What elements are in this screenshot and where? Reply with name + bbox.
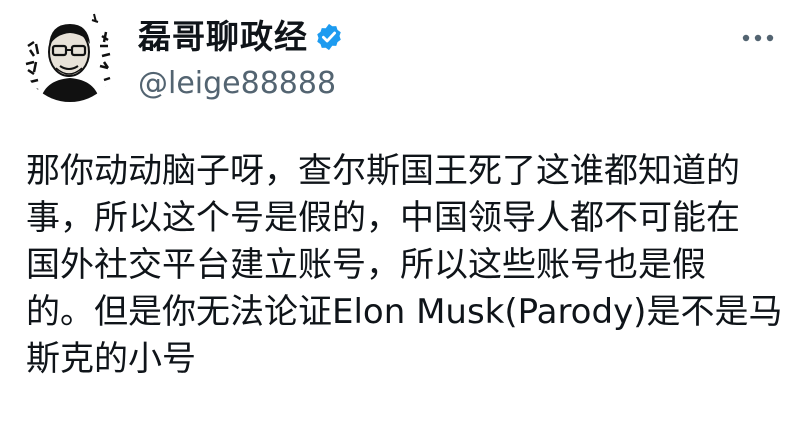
tweet-text-line: 的。但是你无法论证Elon Musk(Parody)是不是马	[26, 292, 783, 332]
verified-badge-icon	[314, 22, 344, 52]
name-row: 磊哥聊政经	[138, 14, 344, 60]
tweet-card: 磊哥聊政经 @leige88888 那你动动脑子呀，查尔斯国王死了这谁都知道的 …	[0, 0, 800, 439]
user-handle[interactable]: @leige88888	[138, 62, 344, 106]
tweet-text: 那你动动脑子呀，查尔斯国王死了这谁都知道的 事，所以这个号是假的，中国领导人都不…	[26, 148, 783, 383]
display-name[interactable]: 磊哥聊政经	[138, 14, 308, 60]
author-info: 磊哥聊政经 @leige88888	[138, 14, 344, 106]
tweet-text-line: 事，所以这个号是假的，中国领导人都不可能在	[26, 198, 740, 238]
more-horizontal-icon	[742, 34, 774, 42]
more-options-button[interactable]	[738, 26, 778, 50]
tweet-text-line: 斯克的小号	[26, 339, 196, 379]
tweet-text-line: 那你动动脑子呀，查尔斯国王死了这谁都知道的	[26, 151, 740, 191]
tweet-text-line: 国外社交平台建立账号，所以这些账号也是假	[26, 245, 706, 285]
cartoon-man-glasses-avatar-icon	[22, 6, 118, 102]
avatar[interactable]	[22, 6, 118, 102]
